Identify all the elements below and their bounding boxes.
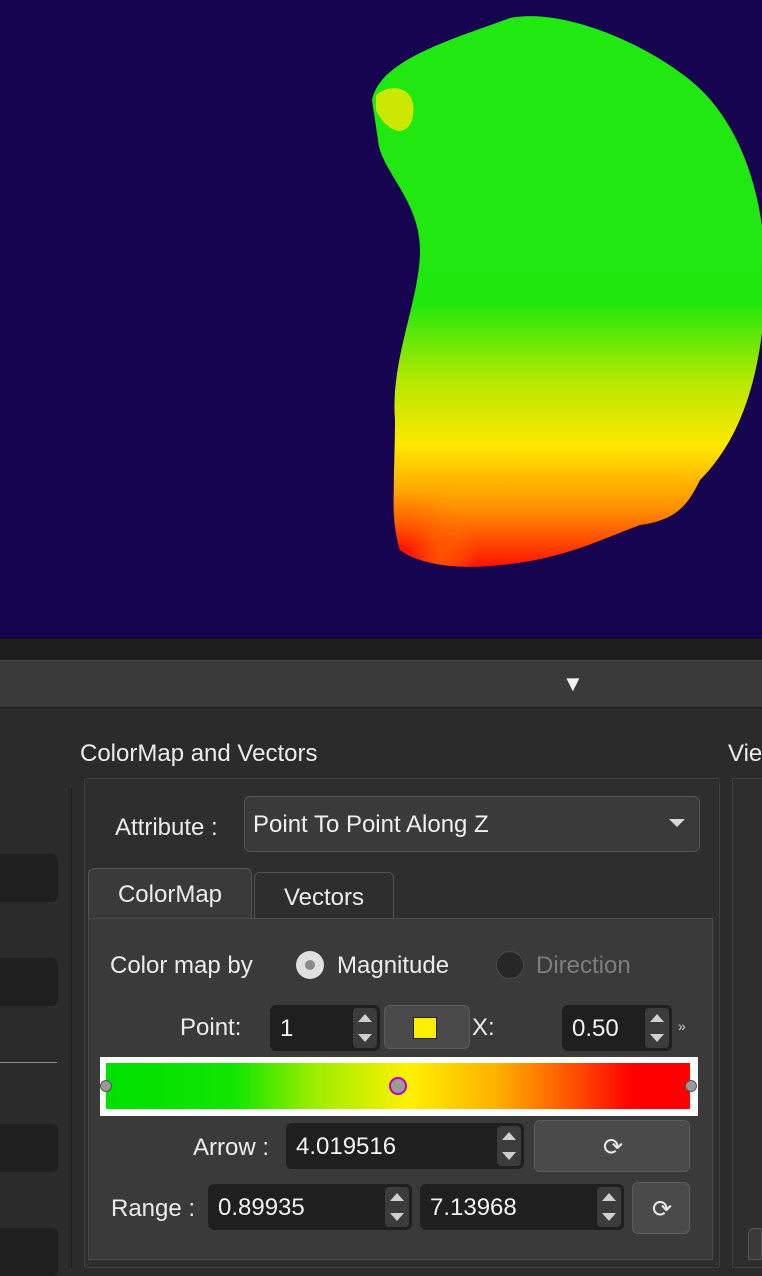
attribute-label: Attribute : <box>115 814 218 841</box>
left-field[interactable] <box>0 1228 58 1276</box>
3d-viewport[interactable] <box>0 0 762 638</box>
x-value: 0.50 <box>572 1015 619 1042</box>
refresh-icon: ⟳ <box>602 1134 624 1161</box>
point-value: 1 <box>280 1015 294 1042</box>
refresh-icon: ⟳ <box>651 1196 673 1223</box>
range-max-value: 7.13968 <box>430 1194 517 1221</box>
arrow-down-icon <box>650 1034 664 1042</box>
stepper-buttons[interactable] <box>385 1187 409 1227</box>
attribute-select[interactable]: Point To Point Along Z <box>244 796 700 852</box>
section-title: ColorMap and Vectors <box>80 740 318 767</box>
tab-vectors[interactable]: Vectors <box>254 872 394 920</box>
stepper-buttons[interactable] <box>645 1008 669 1048</box>
tab-colormap[interactable]: ColorMap <box>88 868 252 920</box>
gradient-stop-handle[interactable] <box>685 1080 697 1092</box>
gradient-stop-handle[interactable] <box>389 1077 407 1095</box>
direction-label[interactable]: Direction <box>536 952 631 980</box>
magnitude-radio[interactable] <box>296 951 324 979</box>
left-field[interactable] <box>0 854 58 902</box>
left-panel-column <box>0 788 72 1276</box>
gradient-stop-handle[interactable] <box>100 1080 112 1092</box>
arrow-up-icon <box>650 1014 664 1022</box>
arrow-up-icon <box>602 1193 616 1201</box>
splitter-handle[interactable] <box>0 638 762 660</box>
direction-radio[interactable] <box>496 951 524 979</box>
x-stepper[interactable]: 0.50 <box>562 1005 672 1051</box>
range-reset-button[interactable]: ⟳ <box>632 1182 690 1234</box>
x-label: X: <box>472 1014 495 1041</box>
arrow-up-icon <box>502 1132 516 1140</box>
right-section-title: Vie <box>728 740 762 767</box>
point-stepper[interactable]: 1 <box>270 1005 380 1051</box>
right-group <box>732 778 762 1268</box>
arrow-up-icon <box>390 1193 404 1201</box>
attribute-value: Point To Point Along Z <box>253 811 489 838</box>
point-color-button[interactable] <box>384 1005 470 1049</box>
arrow-label: Arrow : <box>193 1134 270 1161</box>
range-min-stepper[interactable]: 0.89935 <box>208 1184 412 1230</box>
left-field[interactable] <box>0 958 58 1006</box>
arrow-down-icon <box>390 1213 404 1221</box>
collapse-icon[interactable]: ▼ <box>562 671 584 697</box>
right-panel-button[interactable] <box>748 1228 762 1260</box>
range-min-value: 0.89935 <box>218 1194 305 1221</box>
stepper-buttons[interactable] <box>353 1008 377 1048</box>
color-swatch <box>413 1017 437 1039</box>
arrow-down-icon <box>358 1034 372 1042</box>
chevron-down-icon <box>669 819 685 827</box>
arrow-value: 4.019516 <box>296 1133 397 1160</box>
mesh-render <box>372 16 762 567</box>
more-icon[interactable]: » <box>678 1018 686 1034</box>
left-field[interactable] <box>0 1124 58 1172</box>
arrow-up-icon <box>358 1014 372 1022</box>
range-label: Range : <box>111 1195 196 1222</box>
magnitude-label[interactable]: Magnitude <box>337 952 449 980</box>
stepper-buttons[interactable] <box>497 1126 521 1166</box>
stepper-buttons[interactable] <box>597 1187 621 1227</box>
arrow-stepper[interactable]: 4.019516 <box>286 1123 524 1169</box>
arrow-down-icon <box>602 1213 616 1221</box>
point-label: Point: <box>180 1014 242 1041</box>
arrow-down-icon <box>502 1152 516 1160</box>
color-gradient-editor[interactable] <box>100 1057 698 1116</box>
range-max-stepper[interactable]: 7.13968 <box>420 1184 624 1230</box>
color-map-by-label: Color map by <box>110 952 253 979</box>
left-divider <box>0 1062 57 1063</box>
arrow-reset-button[interactable]: ⟳ <box>534 1120 690 1172</box>
panel-toolbar: ▼ <box>0 660 762 708</box>
